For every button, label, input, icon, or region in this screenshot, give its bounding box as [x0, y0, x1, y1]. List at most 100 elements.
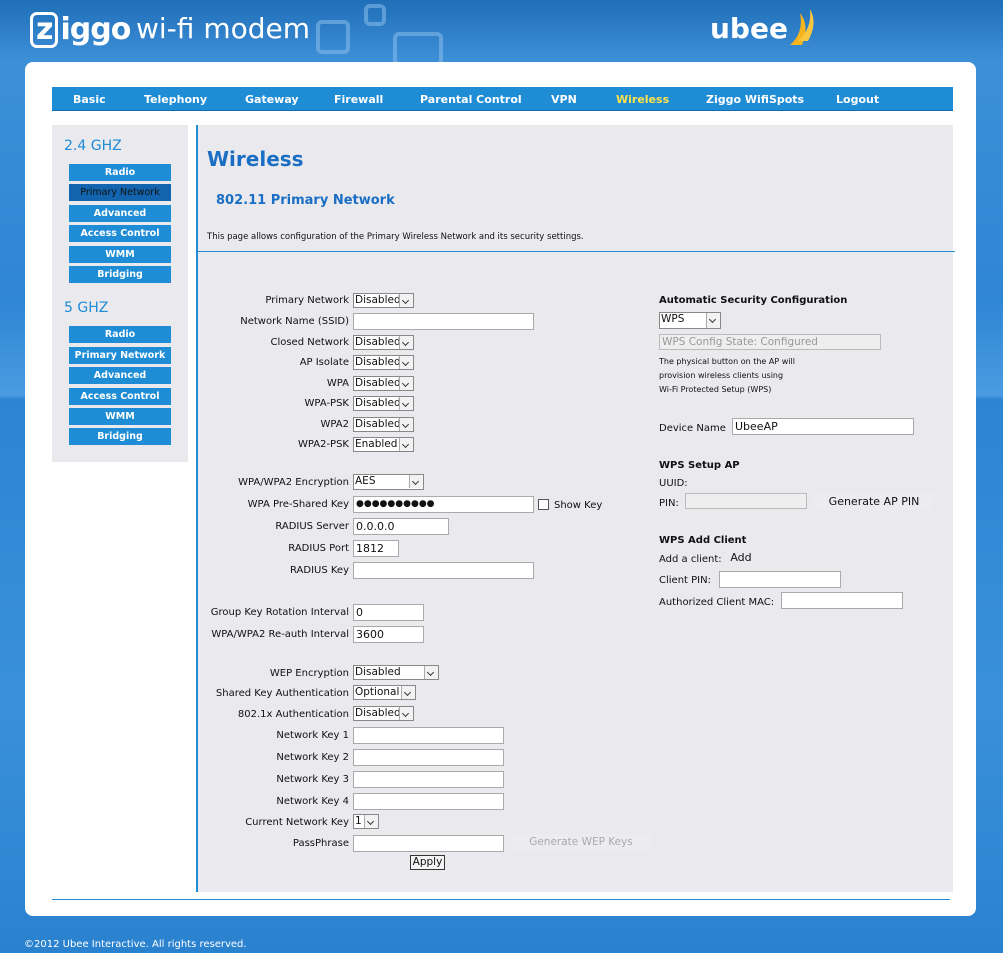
closed-network-label: Closed Network — [270, 337, 349, 348]
closed-network-select[interactable]: Disabled — [353, 335, 414, 350]
nav-vpn[interactable]: VPN — [551, 93, 577, 106]
page-description: This page allows configuration of the Pr… — [207, 232, 584, 242]
show-key-checkbox[interactable] — [538, 499, 549, 510]
client-pin-input[interactable] — [719, 571, 841, 588]
primary-network-select[interactable]: Disabled — [353, 293, 414, 308]
pin-field — [685, 493, 807, 509]
main-nav: Basic Telephony Gateway Firewall Parenta… — [52, 87, 953, 111]
wpa2-select[interactable]: Disabled — [353, 417, 414, 432]
band-24ghz-heading: 2.4 GHZ — [64, 138, 122, 154]
chevron-down-icon — [399, 377, 413, 390]
client-mac-input[interactable] — [781, 592, 903, 609]
device-name-input[interactable]: UbeeAP — [732, 418, 914, 435]
wpa-label: WPA — [326, 378, 349, 389]
sidebar-5-advanced[interactable]: Advanced — [69, 367, 171, 384]
chevron-down-icon — [424, 666, 438, 679]
wpa2-psk-label: WPA2-PSK — [297, 439, 349, 450]
wps-state-field: WPS Config State: Configured — [659, 334, 881, 350]
chevron-down-icon — [409, 475, 423, 488]
client-pin-label: Client PIN: — [659, 575, 711, 586]
ubee-logo: ubee — [710, 12, 788, 45]
group-key-input[interactable]: 0 — [353, 604, 424, 621]
wps-setup-ap-heading: WPS Setup AP — [659, 460, 740, 471]
wpa-psk-label: WPA-PSK — [304, 398, 349, 409]
wpa-psk-select[interactable]: Disabled — [353, 396, 414, 411]
reauth-input[interactable]: 3600 — [353, 626, 424, 643]
nav-logout[interactable]: Logout — [836, 93, 879, 106]
sidebar-24-access-control[interactable]: Access Control — [69, 225, 171, 242]
encryption-value: AES — [355, 475, 376, 487]
encryption-label: WPA/WPA2 Encryption — [238, 477, 349, 488]
encryption-select[interactable]: AES — [353, 474, 424, 490]
decor-square — [393, 32, 443, 66]
wps-mode-select[interactable]: WPS — [659, 312, 721, 329]
wpa2-psk-select[interactable]: Enabled — [353, 437, 414, 452]
sidebar-5-access-control[interactable]: Access Control — [69, 388, 171, 405]
sidebar-5-radio[interactable]: Radio — [69, 326, 171, 343]
generate-ap-pin-button[interactable]: Generate AP PIN — [814, 493, 934, 510]
chevron-down-icon — [401, 686, 415, 699]
ssid-input[interactable] — [353, 313, 534, 330]
auth-8021x-value: Disabled — [355, 707, 401, 719]
nav-parental-control[interactable]: Parental Control — [420, 93, 522, 106]
sidebar-5-wmm[interactable]: WMM — [69, 408, 171, 425]
wpa2-label: WPA2 — [320, 419, 349, 430]
passphrase-input[interactable] — [353, 835, 504, 852]
shared-key-auth-select[interactable]: Optional — [353, 685, 416, 700]
current-key-select[interactable]: 1 — [353, 814, 379, 829]
nav-telephony[interactable]: Telephony — [144, 93, 207, 106]
nav-wireless[interactable]: Wireless — [616, 93, 669, 106]
sidebar-24-radio[interactable]: Radio — [69, 164, 171, 181]
ap-isolate-value: Disabled — [355, 356, 401, 368]
network-key3-input[interactable] — [353, 771, 504, 788]
nav-firewall[interactable]: Firewall — [334, 93, 383, 106]
nav-ziggo-wifispots[interactable]: Ziggo WifiSpots — [706, 93, 804, 106]
psk-label: WPA Pre-Shared Key — [247, 499, 349, 510]
wps-note-line1: The physical button on the AP will — [659, 357, 795, 366]
wpa-value: Disabled — [355, 377, 401, 389]
chevron-down-icon — [364, 815, 378, 828]
sidebar-5-primary-network[interactable]: Primary Network — [69, 347, 171, 364]
chevron-down-icon — [399, 418, 413, 431]
sidebar-24-bridging[interactable]: Bridging — [69, 266, 171, 283]
network-key1-input[interactable] — [353, 727, 504, 744]
ziggo-logo-z: z — [30, 12, 59, 48]
current-key-value: 1 — [355, 815, 362, 827]
page-title: Wireless — [207, 147, 304, 171]
sidebar-5-bridging[interactable]: Bridging — [69, 428, 171, 445]
radius-port-input[interactable]: 1812 — [353, 540, 399, 557]
network-key4-label: Network Key 4 — [276, 796, 349, 807]
radius-server-label: RADIUS Server — [275, 521, 349, 532]
apply-button[interactable]: Apply — [410, 855, 445, 870]
wep-encryption-select[interactable]: Disabled — [353, 665, 439, 680]
chevron-down-icon — [399, 356, 413, 369]
wps-note-line3: Wi-Fi Protected Setup (WPS) — [659, 385, 772, 394]
wps-add-client-heading: WPS Add Client — [659, 535, 747, 546]
pin-label: PIN: — [659, 498, 679, 509]
shared-key-auth-label: Shared Key Authentication — [215, 688, 349, 699]
footer-divider — [52, 899, 950, 900]
ap-isolate-select[interactable]: Disabled — [353, 355, 414, 370]
add-client-button[interactable]: Add — [726, 549, 756, 566]
wpa-select[interactable]: Disabled — [353, 376, 414, 391]
nav-gateway[interactable]: Gateway — [245, 93, 299, 106]
sidebar-24-advanced[interactable]: Advanced — [69, 205, 171, 222]
client-mac-label: Authorized Client MAC: — [659, 597, 775, 608]
radius-key-input[interactable] — [353, 562, 534, 579]
ap-isolate-label: AP Isolate — [299, 357, 349, 368]
wpa2-psk-value: Enabled — [355, 438, 398, 450]
generate-wep-keys-button[interactable]: Generate WEP Keys — [511, 834, 651, 851]
network-key3-label: Network Key 3 — [276, 774, 349, 785]
network-key4-input[interactable] — [353, 793, 504, 810]
auth-8021x-select[interactable]: Disabled — [353, 706, 414, 721]
passphrase-label: PassPhrase — [292, 838, 349, 849]
nav-basic[interactable]: Basic — [73, 93, 106, 106]
psk-input[interactable]: ●●●●●●●●●● — [353, 496, 534, 513]
wep-encryption-label: WEP Encryption — [269, 668, 349, 679]
sidebar-24-wmm[interactable]: WMM — [69, 246, 171, 263]
network-key2-input[interactable] — [353, 749, 504, 766]
sidebar-24-primary-network[interactable]: Primary Network — [69, 184, 171, 201]
network-key1-label: Network Key 1 — [276, 730, 349, 741]
primary-network-value: Disabled — [355, 294, 401, 306]
radius-server-input[interactable]: 0.0.0.0 — [353, 518, 449, 535]
